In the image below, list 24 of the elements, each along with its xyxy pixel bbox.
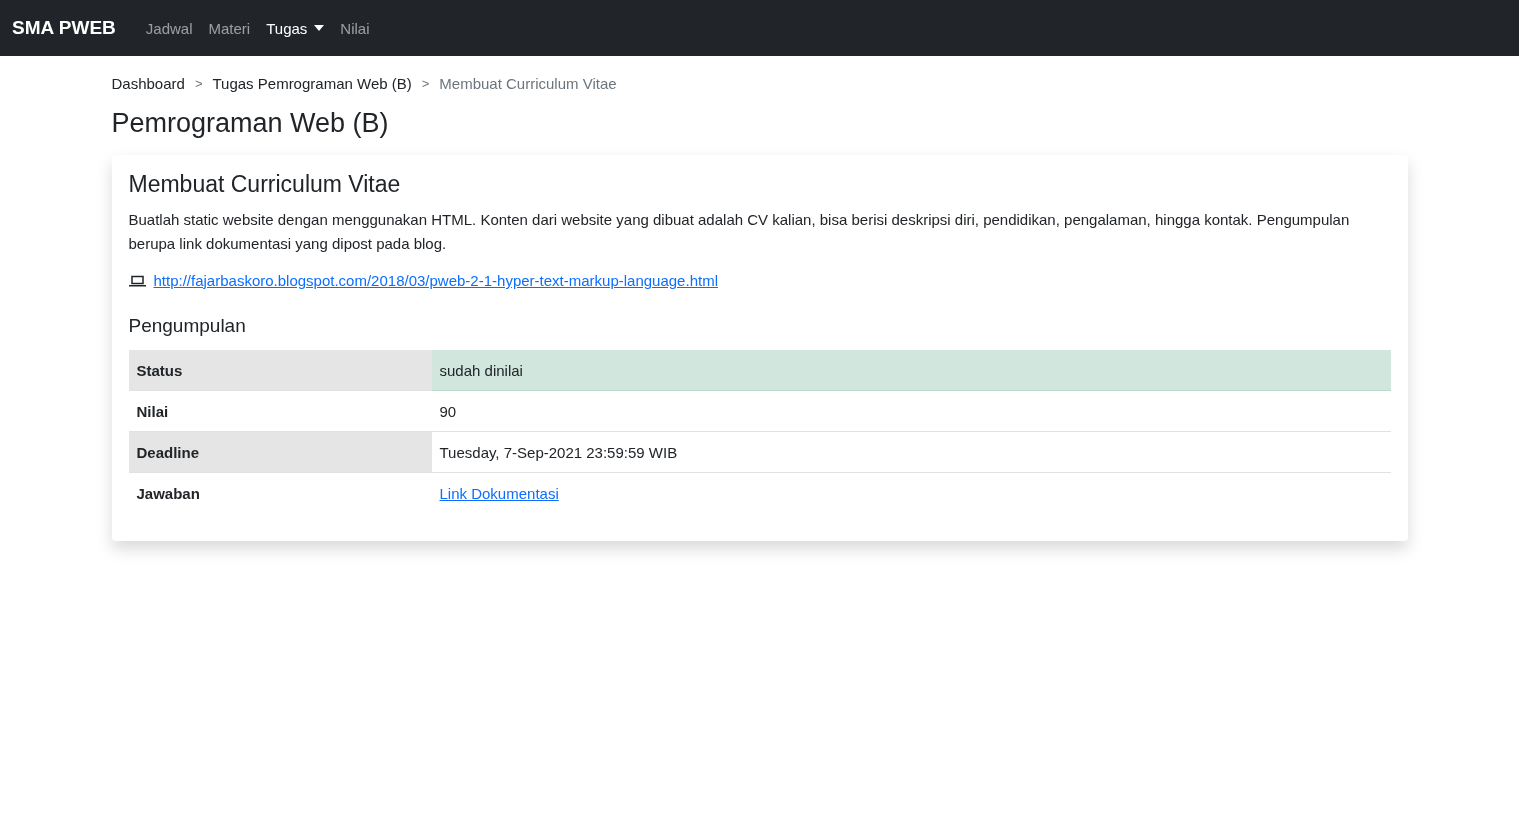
table-header-cell: Deadline: [128, 431, 432, 473]
table-header-cell: Jawaban: [128, 472, 432, 513]
breadcrumb-item[interactable]: Membuat Curriculum Vitae: [439, 75, 617, 92]
brand-logo-text[interactable]: SMA PWEB: [12, 17, 116, 39]
reference-link[interactable]: http://fajarbaskoro.blogspot.com/2018/03/pweb-2-1-hyper-text-markup-language.html: [153, 272, 718, 289]
breadcrumb-separator: >: [194, 76, 203, 91]
table-cell: 90: [431, 390, 1391, 432]
breadcrumb-separator: >: [421, 76, 430, 91]
breadcrumb-item[interactable]: Dashboard: [111, 75, 185, 92]
table-header-cell: Nilai: [128, 390, 432, 432]
nav-link[interactable]: Tugas: [258, 11, 333, 45]
assignment-title: Membuat Curriculum Vitae: [128, 171, 402, 198]
section-title: Pengumpulan: [128, 315, 247, 337]
assignment-description: Buatlah static website dengan menggunakan HTML. Konten dari website yang dibuat adalah CV kalian, bisa berisi deskripsi diri, pendidikan, pengalaman, hingga kontak. Pengumpulan berupa link dokumentasi yang dipost pada blog.: [128, 210, 1351, 254]
table-cell: Tuesday, 7-Sep-2021 23:59:59 WIB: [431, 431, 1391, 473]
laptop-icon: [128, 274, 146, 287]
status-cell: sudah dinilai: [431, 350, 1391, 391]
table-header-cell: Status: [128, 350, 432, 391]
page-title: Pemrograman Web (B): [111, 108, 390, 139]
answer-link[interactable]: Link Dokumentasi: [439, 484, 559, 502]
nav-link[interactable]: Jadwal: [137, 11, 201, 45]
breadcrumb-item[interactable]: Tugas Pemrograman Web (B): [212, 75, 412, 92]
nav-link[interactable]: Materi: [200, 11, 259, 45]
nav-link[interactable]: Nilai: [332, 11, 378, 45]
